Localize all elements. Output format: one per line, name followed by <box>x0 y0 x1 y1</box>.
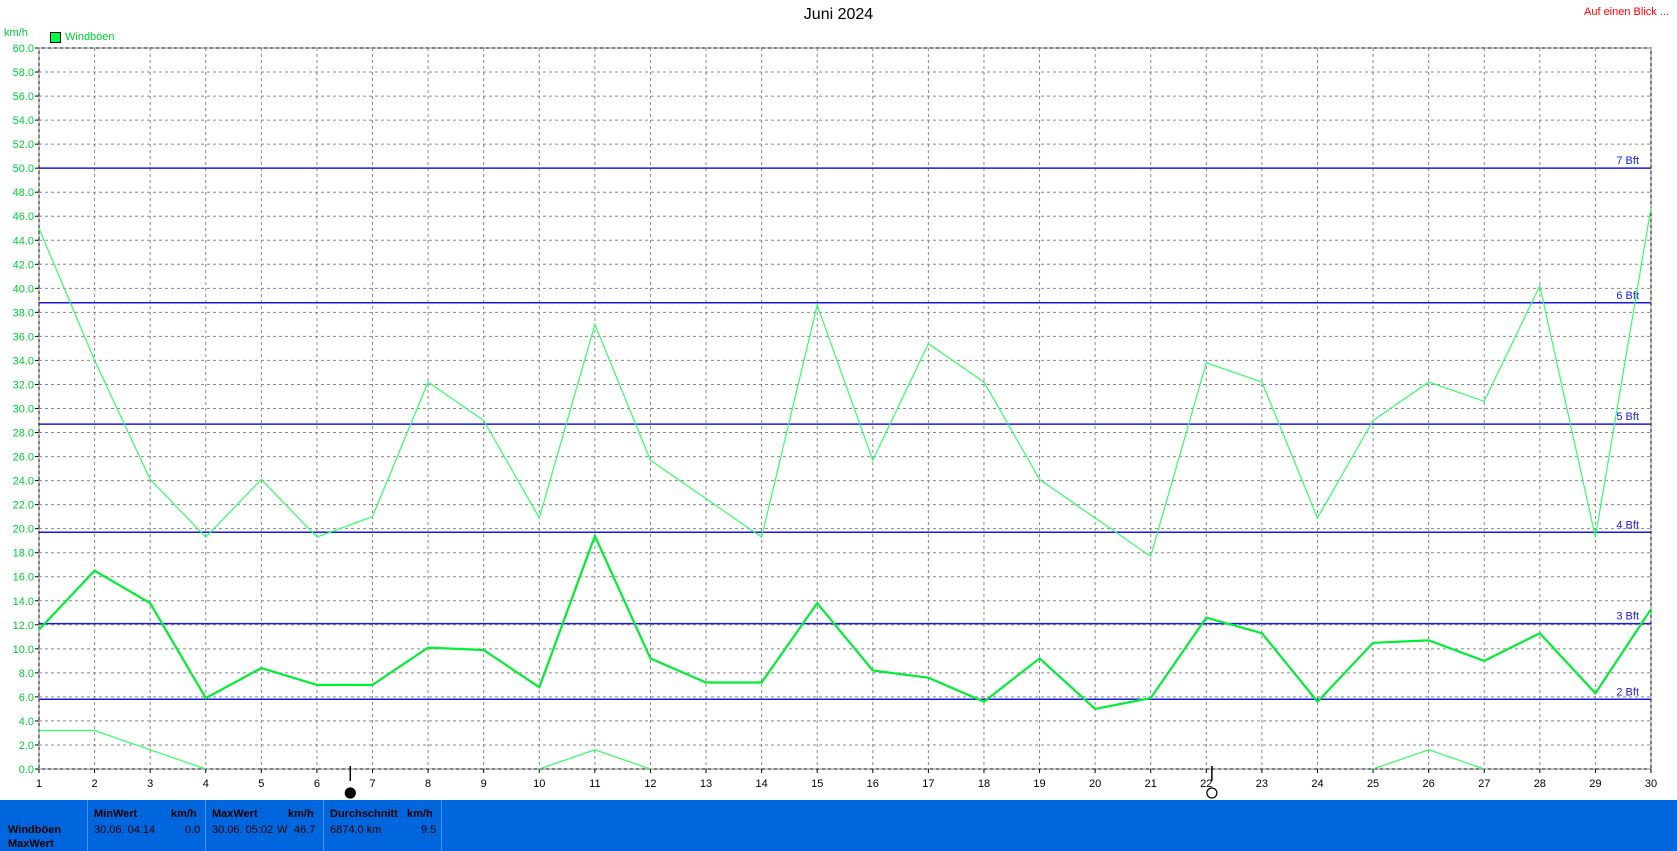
x-tick-label: 24 <box>1311 778 1323 790</box>
x-tick-label: 23 <box>1256 778 1268 790</box>
footer-row-label-2: MaxWert <box>8 838 54 850</box>
avg-header: Durchschnitt <box>330 808 398 820</box>
y-tick-label: 24.0 <box>13 476 34 488</box>
chart-canvas: 0.0 2.0 4.0 6.0 8.0 10.0 12.0 14.0 16.0 18.0 20.0 2… <box>13 43 1657 799</box>
y-tick-label: 4.0 <box>19 716 34 728</box>
x-tick-label: 5 <box>258 778 264 790</box>
y-tick-label: 0.0 <box>19 764 34 776</box>
bft-reference-label: 7 Bft <box>1616 155 1639 167</box>
x-tick-label: 11 <box>589 778 600 790</box>
x-tick-label: 17 <box>922 778 934 790</box>
y-tick-label: 28.0 <box>13 428 34 440</box>
x-tick-label: 10 <box>533 778 545 790</box>
y-tick-label: 20.0 <box>13 524 34 536</box>
legend: Windböen <box>50 31 115 43</box>
y-tick-label: 6.0 <box>19 692 34 704</box>
full-moon-icon <box>1206 787 1218 799</box>
y-tick-label: 16.0 <box>13 572 34 584</box>
max-time: 30.06. 05:02 <box>212 824 274 836</box>
max-header: MaxWert <box>212 808 258 820</box>
y-axis-unit-label: km/h <box>4 27 28 39</box>
y-tick-label: 14.0 <box>13 596 34 608</box>
x-tick-label: 15 <box>811 778 823 790</box>
x-tick-label: 27 <box>1478 778 1490 790</box>
footer-end-divider <box>441 800 442 851</box>
y-tick-label: 40.0 <box>13 283 34 295</box>
y-tick-label: 60.0 <box>13 43 34 55</box>
x-tick-label: 26 <box>1423 778 1435 790</box>
x-tick-label: 8 <box>425 778 431 790</box>
max-value: 46.7 <box>294 824 316 836</box>
min-unit: km/h <box>171 808 197 820</box>
y-tick-label: 38.0 <box>13 307 34 319</box>
footer-row-labels: Windböen MaxWert <box>0 800 86 851</box>
legend-label: Windböen <box>65 31 115 43</box>
y-tick-label: 10.0 <box>13 644 34 656</box>
x-tick-label: 18 <box>978 778 990 790</box>
y-tick-label: 12.0 <box>13 620 34 632</box>
avg-stat-box: Durchschnitt km/h 6874.0 km 9.5 <box>323 800 441 851</box>
y-tick-label: 8.0 <box>19 668 34 680</box>
x-tick-label: 4 <box>203 778 209 790</box>
chart-title: Juni 2024 <box>803 6 874 23</box>
x-tick-label: 7 <box>369 778 375 790</box>
y-tick-label: 30.0 <box>13 404 34 416</box>
x-tick-label: 2 <box>92 778 98 790</box>
x-tick-label: 19 <box>1033 778 1045 790</box>
x-tick-label: 9 <box>481 778 487 790</box>
footer-row-label-1: Windböen <box>8 824 62 836</box>
x-tick-label: 29 <box>1589 778 1601 790</box>
legend-swatch <box>50 31 61 43</box>
y-tick-label: 50.0 <box>13 163 34 175</box>
max-direction: W <box>277 824 288 836</box>
avg-value: 9.5 <box>421 824 437 836</box>
bft-reference-label: 2 Bft <box>1616 686 1639 698</box>
x-tick-label: 14 <box>755 778 767 790</box>
x-tick-label: 1 <box>36 778 42 790</box>
y-tick-label: 44.0 <box>13 235 34 247</box>
min-stat-box: MinWert km/h 30.06. 04:14 0.0 <box>87 800 205 851</box>
avg-distance: 6874.0 km <box>330 824 382 836</box>
y-tick-label: 42.0 <box>13 259 34 271</box>
y-tick-label: 34.0 <box>13 355 34 367</box>
x-tick-label: 28 <box>1534 778 1546 790</box>
bft-reference-label: 3 Bft <box>1616 611 1639 623</box>
x-tick-label: 16 <box>867 778 879 790</box>
x-tick-label: 6 <box>314 778 320 790</box>
y-tick-label: 22.0 <box>13 500 34 512</box>
max-unit: km/h <box>288 808 314 820</box>
x-tick-label: 20 <box>1089 778 1101 790</box>
x-tick-label: 12 <box>644 778 656 790</box>
y-tick-label: 56.0 <box>13 91 34 103</box>
x-tick-label: 30 <box>1645 778 1657 790</box>
x-tick-label: 21 <box>1145 778 1157 790</box>
bft-reference-label: 4 Bft <box>1616 519 1639 531</box>
x-tick-label: 13 <box>700 778 712 790</box>
x-tick-label: 25 <box>1367 778 1379 790</box>
y-tick-label: 48.0 <box>13 187 34 199</box>
min-header: MinWert <box>94 808 138 820</box>
max-stat-box: MaxWert km/h 30.06. 05:02 W 46.7 <box>205 800 323 851</box>
y-tick-label: 52.0 <box>13 139 34 151</box>
avg-unit: km/h <box>407 808 433 820</box>
y-tick-label: 2.0 <box>19 740 34 752</box>
overview-link[interactable]: Auf einen Blick ... <box>1584 6 1669 18</box>
y-tick-label: 32.0 <box>13 379 34 391</box>
y-tick-label: 58.0 <box>13 67 34 79</box>
y-tick-label: 36.0 <box>13 331 34 343</box>
new-moon-icon <box>344 787 356 799</box>
y-tick-label: 54.0 <box>13 115 34 127</box>
min-value: 0.0 <box>185 824 201 836</box>
x-tick-label: 3 <box>147 778 153 790</box>
y-tick-label: 26.0 <box>13 452 34 464</box>
min-time: 30.06. 04:14 <box>94 824 156 836</box>
bft-reference-label: 5 Bft <box>1616 411 1639 423</box>
stats-footer: Windböen MaxWert MinWert km/h 30.06. 04:… <box>0 800 1677 851</box>
y-tick-label: 18.0 <box>13 548 34 560</box>
y-tick-label: 46.0 <box>13 211 34 223</box>
